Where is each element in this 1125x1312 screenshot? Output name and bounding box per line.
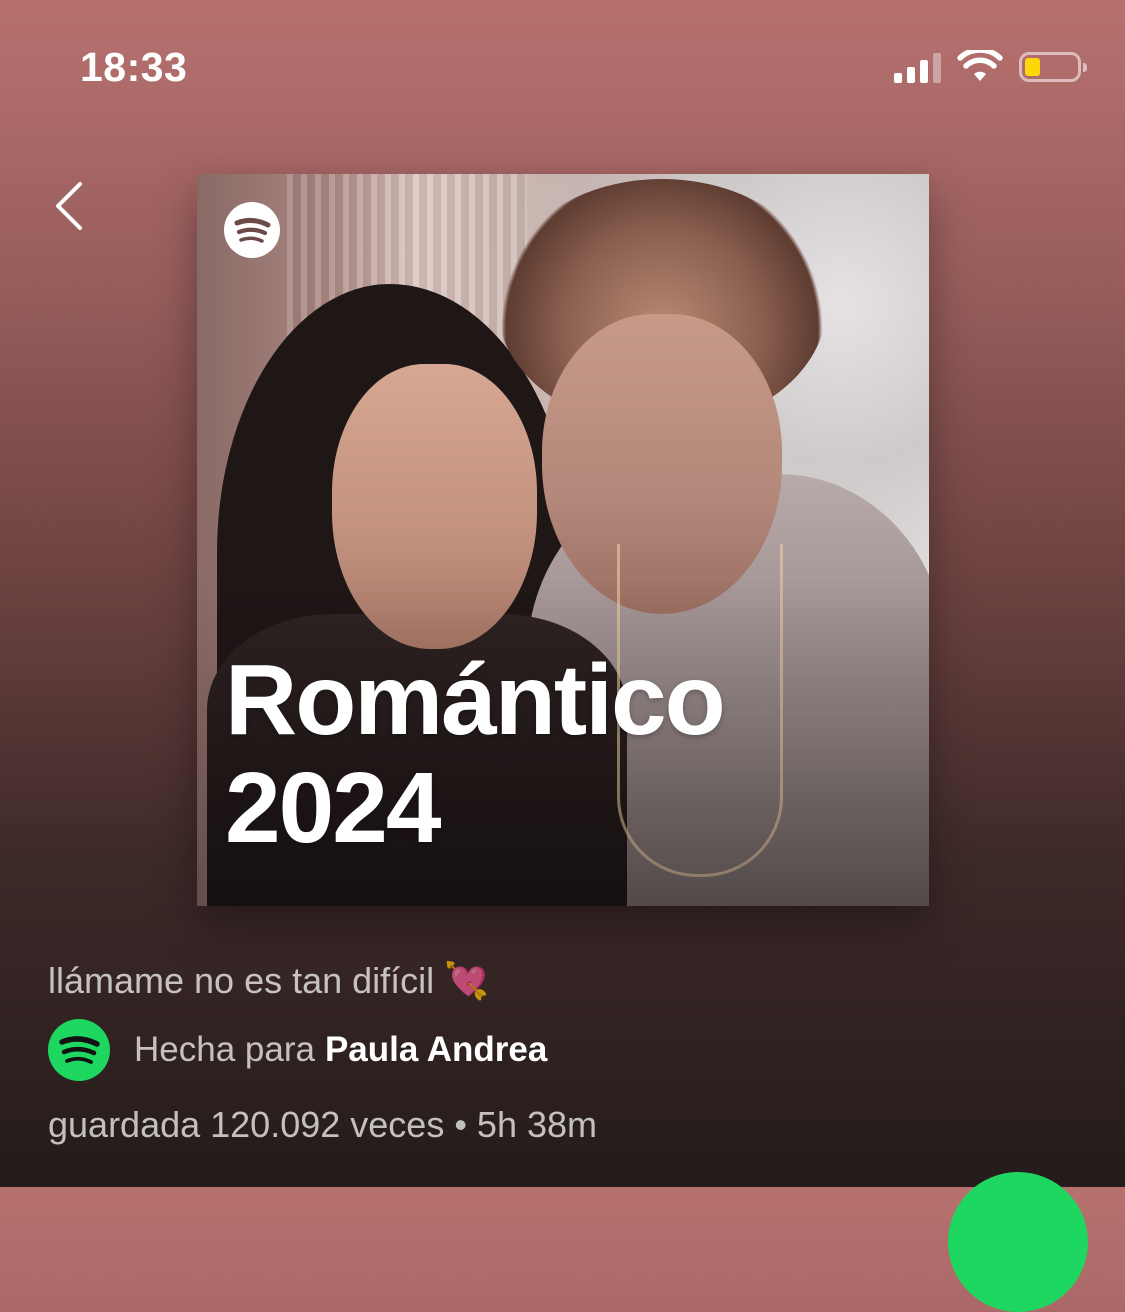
battery-level	[1025, 58, 1040, 76]
status-time: 18:33	[80, 44, 188, 90]
made-for-text: Hecha para Paula Andrea	[134, 1030, 547, 1070]
cellular-signal-icon	[894, 51, 941, 83]
playlist-stats: guardada 120.092 veces • 5h 38m	[48, 1104, 597, 1145]
battery-icon	[1019, 52, 1087, 82]
wifi-icon	[957, 50, 1003, 81]
made-for-name[interactable]: Paula Andrea	[325, 1030, 547, 1069]
spotify-logo-icon	[224, 202, 280, 258]
spotify-logo-icon	[48, 1019, 110, 1081]
status-icons	[894, 50, 1087, 84]
back-button[interactable]	[44, 176, 96, 236]
cover-title: Romántico 2024	[225, 644, 726, 864]
made-for-prefix: Hecha para	[134, 1030, 315, 1069]
playlist-cover: Romántico 2024	[197, 174, 929, 906]
made-for-row[interactable]: Hecha para Paula Andrea	[48, 1019, 547, 1081]
play-button[interactable]	[948, 1172, 1088, 1312]
cover-title-line1: Romántico	[225, 644, 726, 756]
cover-title-line2: 2024	[225, 752, 441, 864]
playlist-description: llámame no es tan difícil 💘	[48, 960, 489, 1001]
chevron-left-icon	[56, 182, 82, 230]
